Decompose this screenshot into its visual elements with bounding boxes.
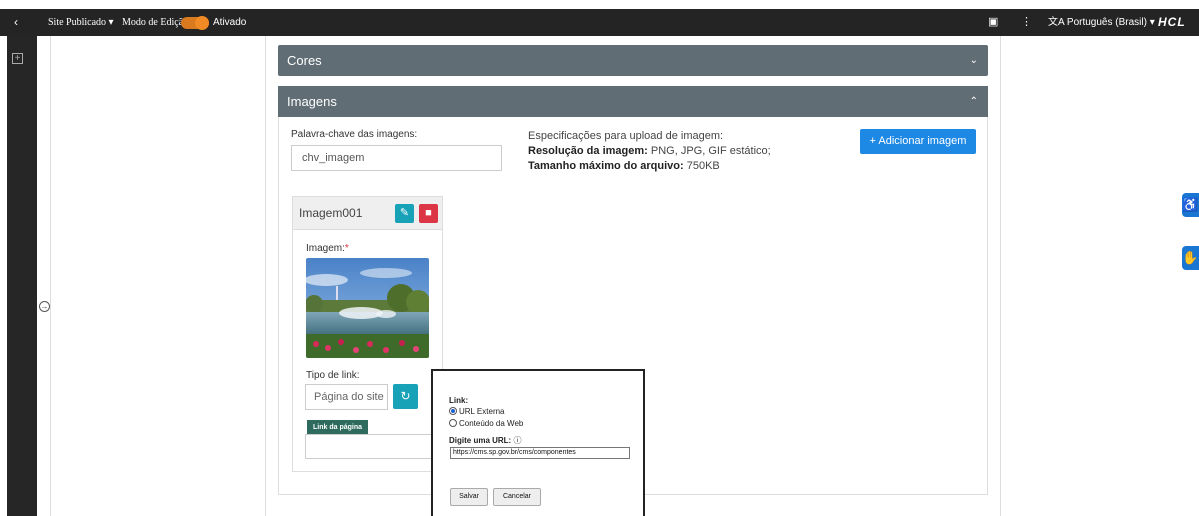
link-page-field[interactable] (305, 434, 432, 459)
expand-arrow-icon[interactable]: → (39, 301, 50, 312)
radio-external[interactable] (449, 407, 457, 415)
link-page-tag: Link da página (307, 420, 369, 435)
left-edge (0, 36, 7, 516)
chevron-down-icon: ⌄ (969, 55, 978, 66)
max-size-value: 750KB (683, 160, 720, 172)
spec-title: Especificações para upload de imagem: (528, 130, 724, 142)
image-card-title: Imagem001 (299, 206, 363, 220)
edit-pencil-icon[interactable]: ✎ (395, 204, 414, 223)
back-icon[interactable]: ‹ (14, 9, 18, 36)
keyword-input[interactable]: chv_imagem (291, 145, 502, 171)
refresh-icon[interactable]: ↻ (393, 384, 418, 409)
url-label: Digite uma URL: ⓘ (449, 435, 521, 446)
url-label-text: Digite uma URL: (449, 436, 512, 445)
cancel-button[interactable]: Cancelar (493, 488, 541, 506)
link-type-label: Tipo de link: (306, 370, 360, 381)
save-button[interactable]: Salvar (450, 488, 488, 506)
spec-resolution: Resolução da imagem: PNG, JPG, GIF estát… (528, 144, 771, 159)
image-label: Imagem:* (306, 243, 349, 254)
chevron-up-icon: ⌃ (969, 96, 978, 107)
more-options-icon[interactable]: ⋮ (1021, 9, 1032, 36)
panel-icon[interactable]: ▣ (988, 9, 998, 36)
edit-mode-toggle[interactable] (181, 16, 209, 30)
add-panel-icon[interactable]: + (12, 53, 23, 64)
radio-web-content[interactable] (449, 419, 457, 427)
accessibility-icon[interactable]: ♿ (1182, 193, 1199, 217)
max-size-label: Tamanho máximo do arquivo: (528, 160, 684, 172)
keyword-label: Palavra-chave das imagens: (291, 129, 418, 140)
delete-trash-icon[interactable]: ■ (419, 204, 438, 223)
radio-external-option[interactable]: URL Externa (449, 407, 505, 416)
radio-web-option[interactable]: Conteúdo da Web (449, 419, 523, 428)
language-selector[interactable]: 文A Português (Brasil) ▾ (1048, 9, 1155, 36)
link-type-input[interactable]: Página do site (305, 384, 388, 410)
accordion-cores[interactable]: Cores ⌄ (278, 45, 988, 76)
image-card-header: Imagem001 ✎ ■ (293, 197, 442, 230)
accordion-cores-label: Cores (287, 53, 322, 68)
park-photo (306, 258, 429, 358)
accordion-imagens-label: Imagens (287, 94, 337, 109)
upload-specs: Especificações para upload de imagem: Re… (528, 129, 771, 174)
left-sidebar: + (7, 36, 37, 516)
radio-web-label: Conteúdo da Web (459, 419, 524, 428)
radio-external-label: URL Externa (459, 407, 505, 416)
resolution-value: PNG, JPG, GIF estático; (647, 145, 771, 157)
required-mark: * (344, 243, 349, 254)
url-input[interactable]: https://cms.sp.gov.br/cms/componentes (450, 447, 630, 459)
site-status-dropdown[interactable]: Site Publicado ▾ (48, 9, 114, 36)
sidebar-pane (37, 36, 51, 516)
brand-logo: HCL (1158, 15, 1186, 29)
edit-mode-status: Ativado (213, 17, 247, 28)
resolution-label: Resolução da imagem: (528, 145, 648, 157)
add-image-button[interactable]: + Adicionar imagem (860, 129, 976, 154)
popup-link-label: Link: (449, 396, 469, 405)
link-popup: Link: URL Externa Conteúdo da Web Digite… (431, 369, 645, 516)
help-icon[interactable]: ⓘ (513, 436, 521, 445)
image-preview[interactable] (306, 258, 429, 358)
spec-max-size: Tamanho máximo do arquivo: 750KB (528, 159, 771, 174)
accordion-imagens[interactable]: Imagens ⌃ (278, 86, 988, 117)
top-toolbar: ‹ Site Publicado ▾ Modo de Edição: Ativa… (0, 9, 1199, 36)
toggle-knob (195, 16, 209, 30)
sign-language-icon[interactable]: ✋ (1182, 246, 1199, 270)
image-label-text: Imagem: (306, 243, 345, 254)
